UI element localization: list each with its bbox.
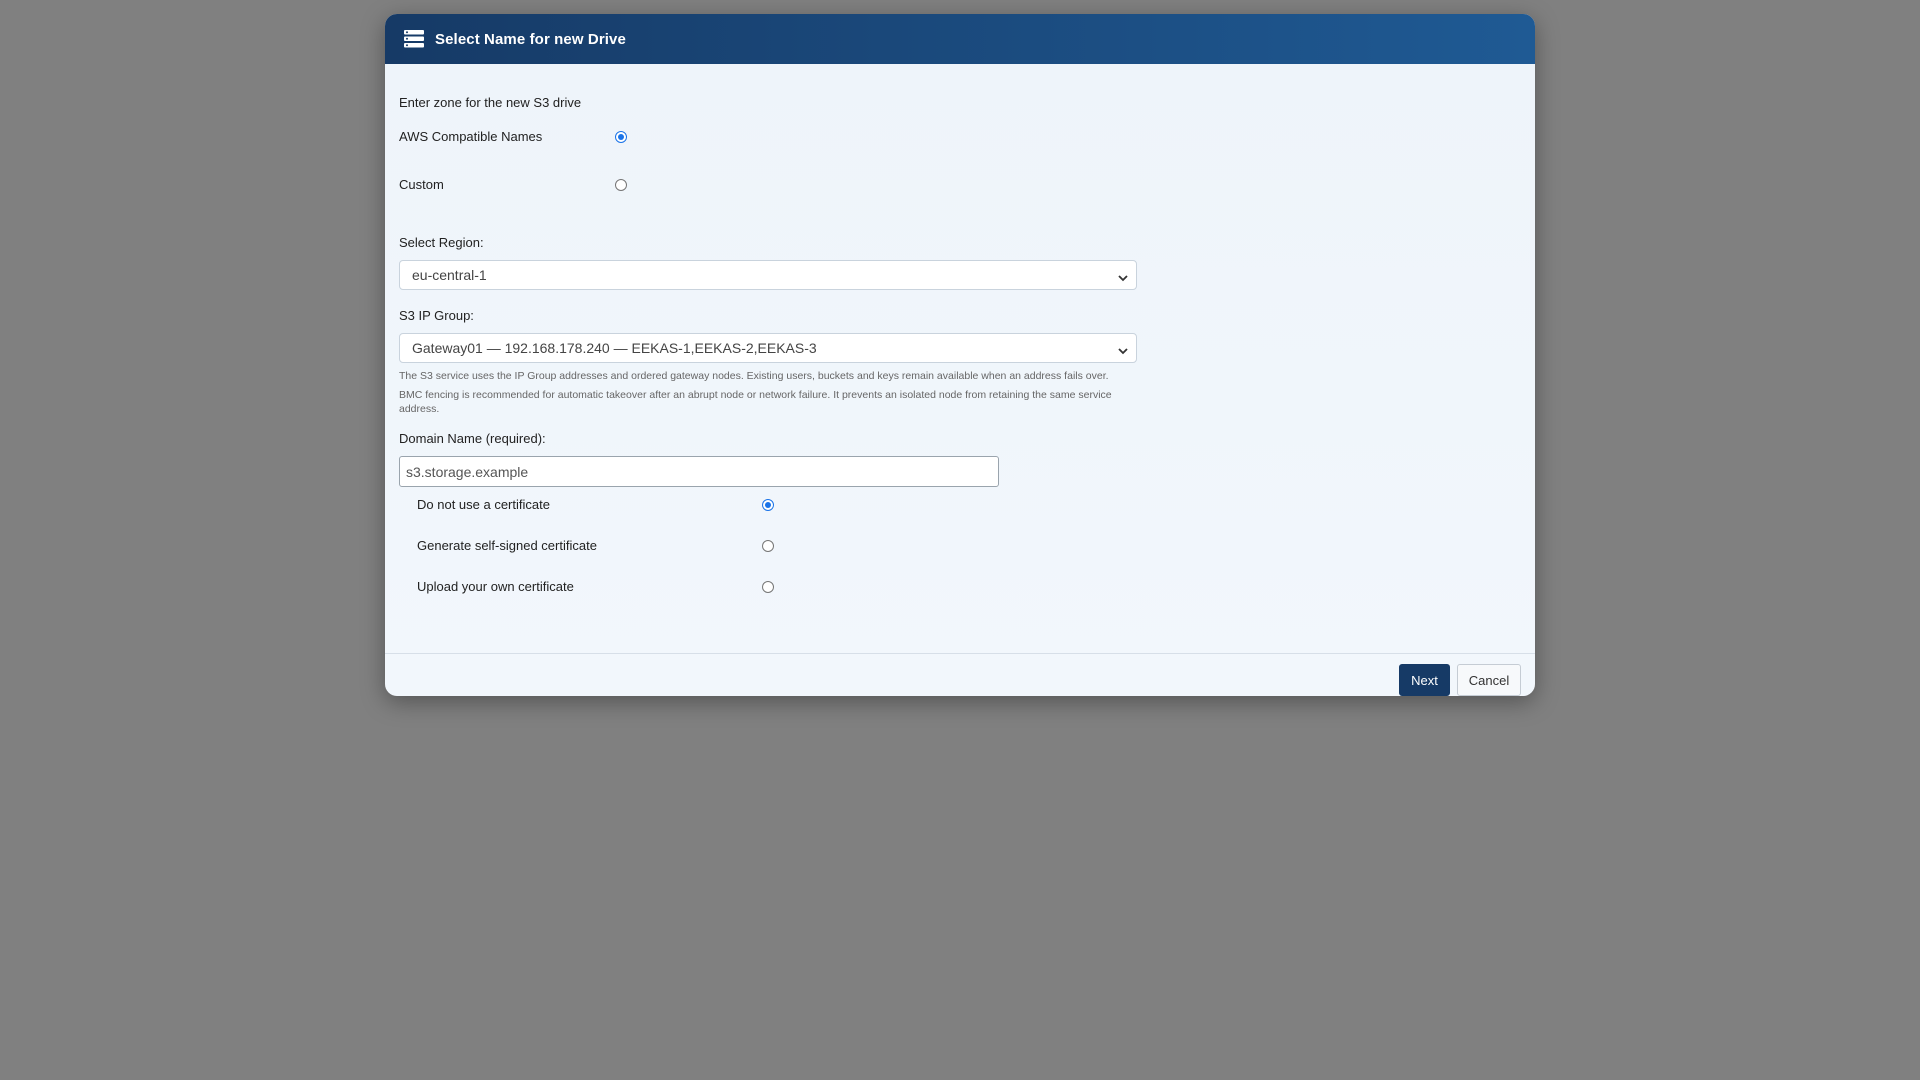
chevron-down-icon: [1118, 343, 1128, 355]
dialog-header: Select Name for new Drive: [385, 14, 1535, 64]
server-list-icon: [403, 30, 425, 48]
zone-option-custom-radio[interactable]: [615, 179, 629, 193]
domain-label: Domain Name (required):: [399, 431, 546, 446]
cert-option-upload-radio[interactable]: [762, 581, 776, 595]
domain-input-value: s3.storage.example: [406, 463, 529, 480]
cert-option-upload-label: Upload your own certificate: [417, 579, 574, 594]
zone-prompt: Enter zone for the new S3 drive: [399, 95, 582, 110]
dialog-body: Enter zone for the new S3 drive AWS Comp…: [385, 64, 1535, 654]
region-label: Select Region:: [399, 235, 484, 250]
domain-input[interactable]: s3.storage.example: [399, 456, 999, 487]
region-select-value: eu-central-1: [412, 267, 487, 283]
cert-option-self-signed-label: Generate self-signed certificate: [417, 538, 597, 553]
zone-option-aws-label: AWS Compatible Names: [399, 129, 543, 144]
cert-option-none-label: Do not use a certificate: [417, 497, 550, 512]
dialog-title: Select Name for new Drive: [435, 30, 626, 48]
region-select[interactable]: eu-central-1: [399, 260, 1137, 290]
cert-option-none-radio[interactable]: [762, 499, 776, 513]
ip-group-help-2: BMC fencing is recommended for automatic…: [399, 389, 1112, 415]
new-drive-dialog: Select Name for new Drive Enter zone for…: [385, 14, 1535, 696]
cert-option-self-signed-radio[interactable]: [762, 540, 776, 554]
zone-option-custom-label: Custom: [399, 177, 444, 192]
cancel-button[interactable]: Cancel: [1457, 664, 1521, 696]
ip-group-select-value: Gateway01 — 192.168.178.240 — EEKAS-1,EE…: [412, 340, 817, 356]
ip-group-help-1: The S3 service uses the IP Group address…: [399, 370, 1109, 382]
next-button[interactable]: Next: [1399, 664, 1450, 696]
zone-option-aws-radio[interactable]: [615, 131, 629, 145]
ip-group-label: S3 IP Group:: [399, 308, 474, 323]
chevron-down-icon: [1118, 270, 1128, 282]
ip-group-select[interactable]: Gateway01 — 192.168.178.240 — EEKAS-1,EE…: [399, 333, 1137, 363]
dialog-footer: Next Cancel: [385, 654, 1535, 696]
